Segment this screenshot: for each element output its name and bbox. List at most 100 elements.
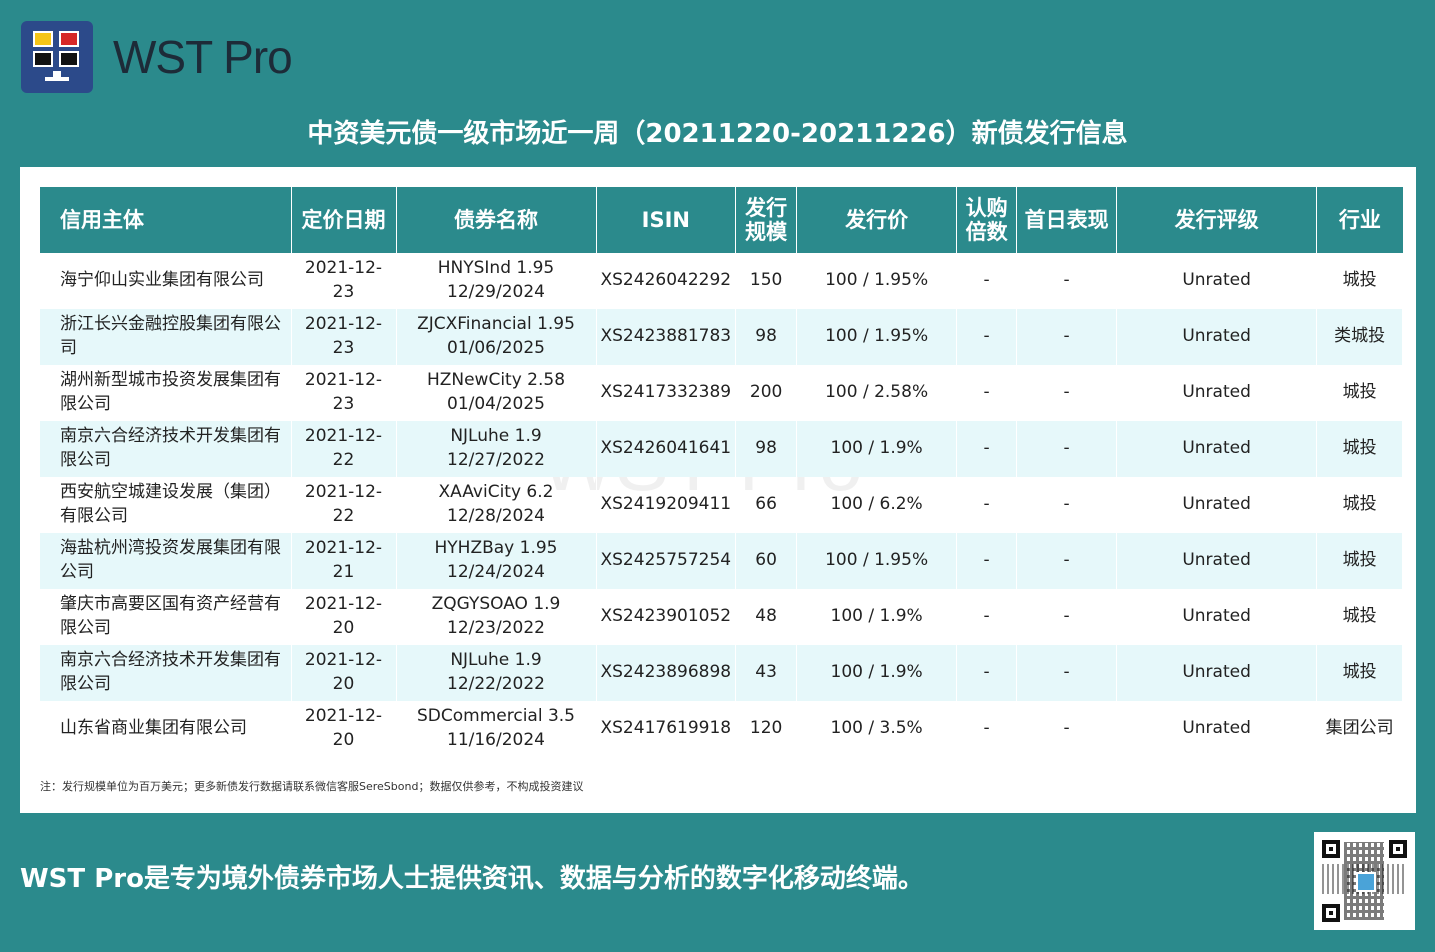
brand-name: WST Pro [113, 31, 293, 83]
header-isin: ISIN [596, 187, 737, 253]
cell-first-day: - [1016, 533, 1118, 589]
qr-code-icon[interactable] [1314, 832, 1415, 930]
cell-price: 100 / 1.95% [796, 253, 958, 309]
cell-first-day: - [1016, 645, 1118, 701]
cell-issuer: 山东省商业集团有限公司 [40, 701, 292, 757]
cell-price: 100 / 1.95% [796, 309, 958, 365]
cell-issuer: 湖州新型城市投资发展集团有限公司 [40, 365, 292, 421]
cell-issuer: 浙江长兴金融控股集团有限公司 [40, 309, 292, 365]
cell-size: 66 [735, 477, 798, 533]
header-first-day: 首日表现 [1016, 187, 1118, 253]
header-date: 定价日期 [291, 187, 397, 253]
cell-subscription: - [956, 309, 1018, 365]
cell-price: 100 / 1.95% [796, 533, 958, 589]
cell-rating: Unrated [1116, 253, 1318, 309]
cell-rating: Unrated [1116, 533, 1318, 589]
table-row: 海宁仰山实业集团有限公司 2021-12-23 HNYSInd 1.95 12/… [40, 253, 1404, 309]
cell-industry: 城投 [1316, 421, 1404, 477]
cell-size: 43 [735, 645, 798, 701]
bond-table: 信用主体 定价日期 债券名称 ISIN 发行规模 发行价 认购倍数 首日表现 发… [40, 187, 1404, 757]
cell-price: 100 / 1.9% [796, 421, 958, 477]
cell-issuer: 海盐杭州湾投资发展集团有限公司 [40, 533, 292, 589]
cell-issuer: 西安航空城建设发展（集团）有限公司 [40, 477, 292, 533]
cell-first-day: - [1016, 701, 1118, 757]
header-rating: 发行评级 [1116, 187, 1318, 253]
cell-subscription: - [956, 589, 1018, 645]
cell-date: 2021-12-20 [291, 701, 397, 757]
table-note: 注：发行规模单位为百万美元；更多新债发行数据请联系微信客服SereSbond；数… [40, 780, 584, 793]
table-row: 山东省商业集团有限公司 2021-12-20 SDCommercial 3.5 … [40, 701, 1404, 757]
header-subscription: 认购倍数 [956, 187, 1018, 253]
footer-tagline: WST Pro是专为境外债券市场人士提供资讯、数据与分析的数字化移动终端。 [20, 864, 924, 894]
header-bond: 债券名称 [396, 187, 597, 253]
cell-size: 120 [735, 701, 798, 757]
cell-date: 2021-12-20 [291, 589, 397, 645]
cell-issuer: 南京六合经济技术开发集团有限公司 [40, 421, 292, 477]
cell-first-day: - [1016, 365, 1118, 421]
cell-date: 2021-12-20 [291, 645, 397, 701]
cell-subscription: - [956, 365, 1018, 421]
cell-bond: HNYSInd 1.95 12/29/2024 [396, 253, 597, 309]
cell-issuer: 南京六合经济技术开发集团有限公司 [40, 645, 292, 701]
cell-size: 98 [735, 309, 798, 365]
header-size: 发行规模 [735, 187, 798, 253]
cell-date: 2021-12-21 [291, 533, 397, 589]
cell-rating: Unrated [1116, 309, 1318, 365]
cell-first-day: - [1016, 309, 1118, 365]
cell-rating: Unrated [1116, 365, 1318, 421]
cell-industry: 城投 [1316, 365, 1404, 421]
cell-size: 200 [735, 365, 798, 421]
cell-price: 100 / 3.5% [796, 701, 958, 757]
cell-isin: XS2426041641 [596, 421, 737, 477]
cell-subscription: - [956, 533, 1018, 589]
cell-industry: 集团公司 [1316, 701, 1404, 757]
table-row: 南京六合经济技术开发集团有限公司 2021-12-20 NJLuhe 1.9 1… [40, 645, 1404, 701]
cell-first-day: - [1016, 589, 1118, 645]
cell-first-day: - [1016, 253, 1118, 309]
cell-subscription: - [956, 645, 1018, 701]
cell-industry: 城投 [1316, 645, 1404, 701]
table-row: 湖州新型城市投资发展集团有限公司 2021-12-23 HZNewCity 2.… [40, 365, 1404, 421]
cell-size: 150 [735, 253, 798, 309]
cell-issuer: 海宁仰山实业集团有限公司 [40, 253, 292, 309]
cell-price: 100 / 1.9% [796, 645, 958, 701]
cell-date: 2021-12-22 [291, 421, 397, 477]
wst-logo-icon [21, 21, 93, 93]
table-panel: WST Pro 信用主体 定价日期 债券名称 ISIN 发行规模 发行价 认购倍… [20, 167, 1416, 813]
cell-price: 100 / 6.2% [796, 477, 958, 533]
cell-isin: XS2426042292 [596, 253, 737, 309]
cell-bond: ZQGYSOAO 1.9 12/23/2022 [396, 589, 597, 645]
cell-subscription: - [956, 477, 1018, 533]
cell-industry: 城投 [1316, 253, 1404, 309]
cell-isin: XS2423896898 [596, 645, 737, 701]
cell-issuer: 肇庆市高要区国有资产经营有限公司 [40, 589, 292, 645]
table-row: 海盐杭州湾投资发展集团有限公司 2021-12-21 HYHZBay 1.95 … [40, 533, 1404, 589]
cell-industry: 城投 [1316, 533, 1404, 589]
cell-bond: XAAviCity 6.2 12/28/2024 [396, 477, 597, 533]
logo: WST Pro [21, 21, 293, 93]
cell-date: 2021-12-23 [291, 365, 397, 421]
cell-rating: Unrated [1116, 477, 1318, 533]
cell-price: 100 / 2.58% [796, 365, 958, 421]
cell-industry: 城投 [1316, 589, 1404, 645]
cell-bond: HZNewCity 2.58 01/04/2025 [396, 365, 597, 421]
cell-subscription: - [956, 701, 1018, 757]
cell-bond: NJLuhe 1.9 12/27/2022 [396, 421, 597, 477]
cell-first-day: - [1016, 421, 1118, 477]
cell-bond: HYHZBay 1.95 12/24/2024 [396, 533, 597, 589]
cell-industry: 类城投 [1316, 309, 1404, 365]
table-row: 南京六合经济技术开发集团有限公司 2021-12-22 NJLuhe 1.9 1… [40, 421, 1404, 477]
cell-rating: Unrated [1116, 589, 1318, 645]
cell-isin: XS2425757254 [596, 533, 737, 589]
cell-rating: Unrated [1116, 701, 1318, 757]
cell-isin: XS2417619918 [596, 701, 737, 757]
cell-size: 60 [735, 533, 798, 589]
cell-isin: XS2419209411 [596, 477, 737, 533]
cell-date: 2021-12-23 [291, 253, 397, 309]
cell-size: 98 [735, 421, 798, 477]
cell-bond: ZJCXFinancial 1.95 01/06/2025 [396, 309, 597, 365]
header-industry: 行业 [1316, 187, 1403, 253]
page-title: 中资美元债一级市场近一周（20211220-20211226）新债发行信息 [307, 119, 1128, 149]
cell-rating: Unrated [1116, 645, 1318, 701]
cell-industry: 城投 [1316, 477, 1404, 533]
